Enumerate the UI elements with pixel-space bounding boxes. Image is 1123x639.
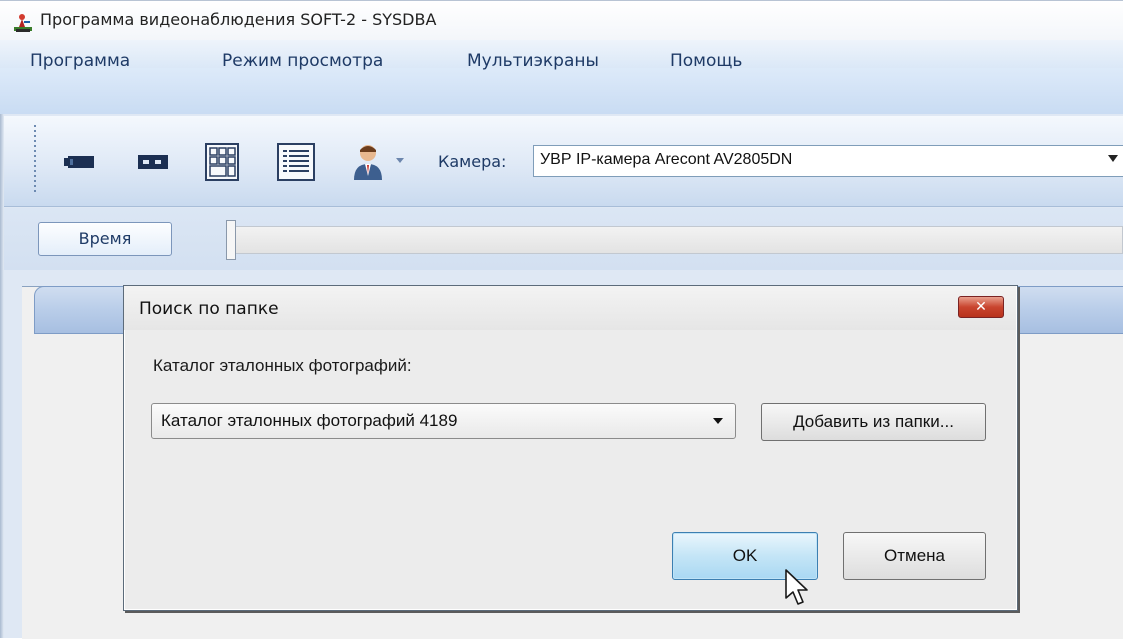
close-icon: ✕: [975, 299, 987, 315]
two-cameras-icon: [138, 155, 168, 169]
dialog-title: Поиск по папке: [139, 299, 279, 319]
user-icon: [354, 145, 382, 180]
two-cameras-button[interactable]: [134, 142, 174, 182]
menu-multiscreens[interactable]: Мультиэкраны: [467, 51, 599, 71]
user-button[interactable]: [348, 142, 408, 182]
camera-select-value: УВР IP-камера Arecont AV2805DN: [540, 151, 793, 168]
menu-help[interactable]: Помощь: [670, 51, 742, 71]
title-bar[interactable]: Программа видеонаблюдения SOFT-2 - SYSDB…: [0, 0, 1123, 41]
chevron-down-icon: [1108, 155, 1118, 162]
catalog-select[interactable]: Каталог эталонных фотографий 4189: [151, 403, 736, 439]
time-slider-track[interactable]: [226, 226, 1123, 254]
camera-button[interactable]: [62, 142, 102, 182]
camera-select[interactable]: УВР IP-камера Arecont AV2805DN: [533, 145, 1123, 177]
chevron-down-icon: [713, 418, 723, 424]
catalog-label: Каталог эталонных фотографий:: [153, 356, 412, 375]
multiscreen-grid-icon: [205, 143, 239, 181]
time-slider-thumb[interactable]: [226, 220, 236, 260]
app-figure-icon: [14, 14, 32, 32]
menu-program[interactable]: Программа: [30, 51, 130, 71]
menu-bar: Программа Режим просмотра Мультиэкраны П…: [0, 40, 1123, 114]
multiscreen-button[interactable]: [202, 142, 242, 182]
camera-label: Камера:: [438, 152, 507, 171]
toolbar-grip[interactable]: [34, 125, 36, 195]
catalog-select-value: Каталог эталонных фотографий 4189: [161, 411, 458, 430]
cancel-button[interactable]: Отмена: [843, 532, 986, 580]
time-button[interactable]: Время: [38, 222, 172, 256]
add-from-folder-button[interactable]: Добавить из папки...: [761, 403, 986, 441]
list-view-button[interactable]: [276, 142, 316, 182]
menu-view-mode[interactable]: Режим просмотра: [222, 51, 383, 71]
window-title: Программа видеонаблюдения SOFT-2 - SYSDB…: [40, 10, 437, 29]
camera-icon: [64, 156, 94, 168]
list-view-icon: [277, 143, 315, 181]
close-button[interactable]: ✕: [958, 296, 1004, 318]
mouse-pointer-icon: [785, 569, 808, 605]
user-dropdown-arrow-icon[interactable]: [396, 158, 404, 163]
